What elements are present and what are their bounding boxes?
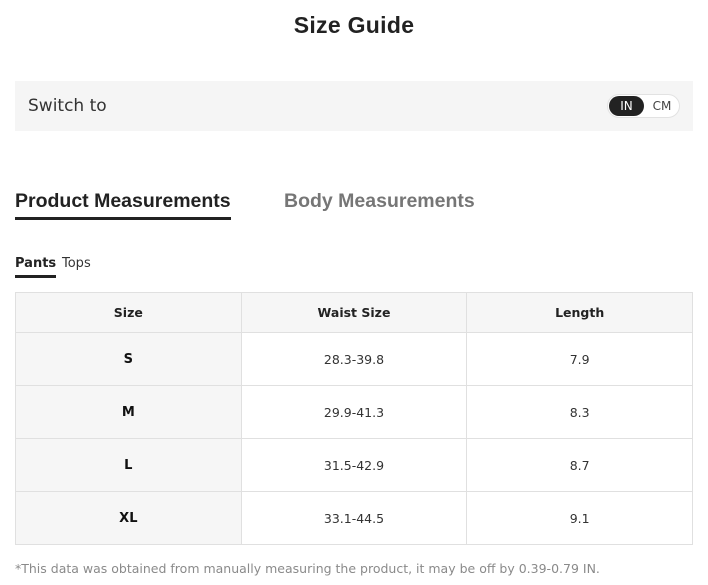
table-header-row: Size Waist Size Length (15, 292, 693, 333)
size-table: Size Waist Size Length S 28.3-39.8 7.9 M… (15, 292, 693, 545)
size-cell: L (15, 438, 242, 492)
waist-size-cell: 31.5-42.9 (240, 438, 468, 492)
length-cell: 8.7 (466, 438, 693, 492)
unit-option-in[interactable]: IN (609, 96, 644, 116)
waist-size-cell: 29.9-41.3 (240, 385, 468, 439)
tab-body-measurements[interactable]: Body Measurements (284, 189, 475, 213)
waist-size-cell: 33.1-44.5 (240, 491, 468, 545)
column-header-size: Size (15, 292, 242, 333)
tab-pants[interactable]: Pants (15, 256, 57, 278)
size-cell: M (15, 385, 242, 439)
length-cell: 8.3 (466, 385, 693, 439)
unit-toggle[interactable]: IN CM (607, 94, 680, 118)
footnote: *This data was obtained from manually me… (15, 561, 600, 576)
unit-switch-bar: Switch to IN CM (15, 81, 693, 131)
waist-size-cell: 28.3-39.8 (240, 332, 468, 386)
table-row: M 29.9-41.3 8.3 (15, 385, 693, 439)
unit-option-cm[interactable]: CM (646, 96, 678, 116)
tab-product-measurements[interactable]: Product Measurements (15, 189, 231, 220)
length-cell: 7.9 (466, 332, 693, 386)
size-cell: S (15, 332, 242, 386)
tab-tops[interactable]: Tops (62, 256, 91, 272)
table-row: L 31.5-42.9 8.7 (15, 438, 693, 492)
switch-label: Switch to (28, 96, 107, 116)
column-header-waist-size: Waist Size (240, 292, 468, 333)
column-header-length: Length (466, 292, 693, 333)
page-title: Size Guide (293, 12, 415, 38)
table-row: S 28.3-39.8 7.9 (15, 332, 693, 386)
length-cell: 9.1 (466, 491, 693, 545)
table-row: XL 33.1-44.5 9.1 (15, 491, 693, 545)
size-cell: XL (15, 491, 242, 545)
